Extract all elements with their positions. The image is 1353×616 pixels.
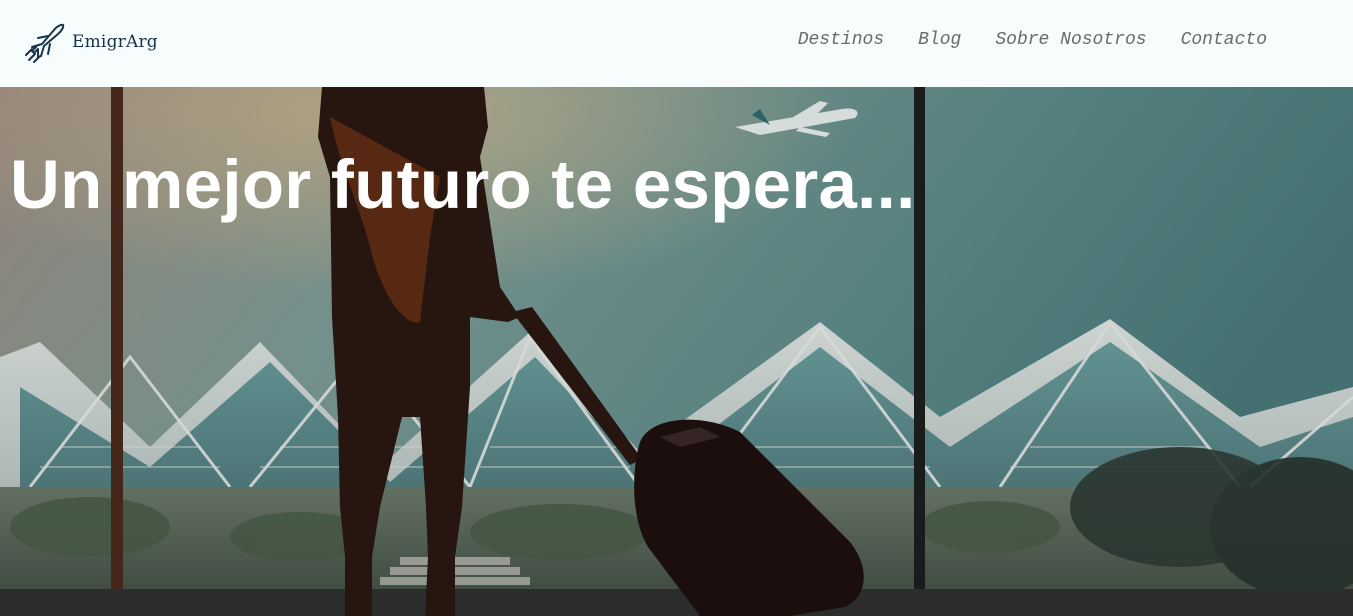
brand-name: EmigrArg xyxy=(72,32,158,52)
brand-logo-link[interactable]: EmigrArg xyxy=(24,20,158,64)
nav-link-blog[interactable]: Blog xyxy=(918,30,961,50)
hero-title: Un mejor futuro te espera... xyxy=(10,146,916,223)
nav-link-contacto[interactable]: Contacto xyxy=(1181,30,1267,50)
hero-section: Un mejor futuro te espera... xyxy=(0,87,1353,616)
airplane-icon xyxy=(24,20,66,64)
navbar: EmigrArg Destinos Blog Sobre Nosotros Co… xyxy=(0,0,1353,87)
nav-link-destinos[interactable]: Destinos xyxy=(798,30,884,50)
nav-link-sobre-nosotros[interactable]: Sobre Nosotros xyxy=(995,30,1146,50)
main-nav: Destinos Blog Sobre Nosotros Contacto xyxy=(798,30,1267,50)
